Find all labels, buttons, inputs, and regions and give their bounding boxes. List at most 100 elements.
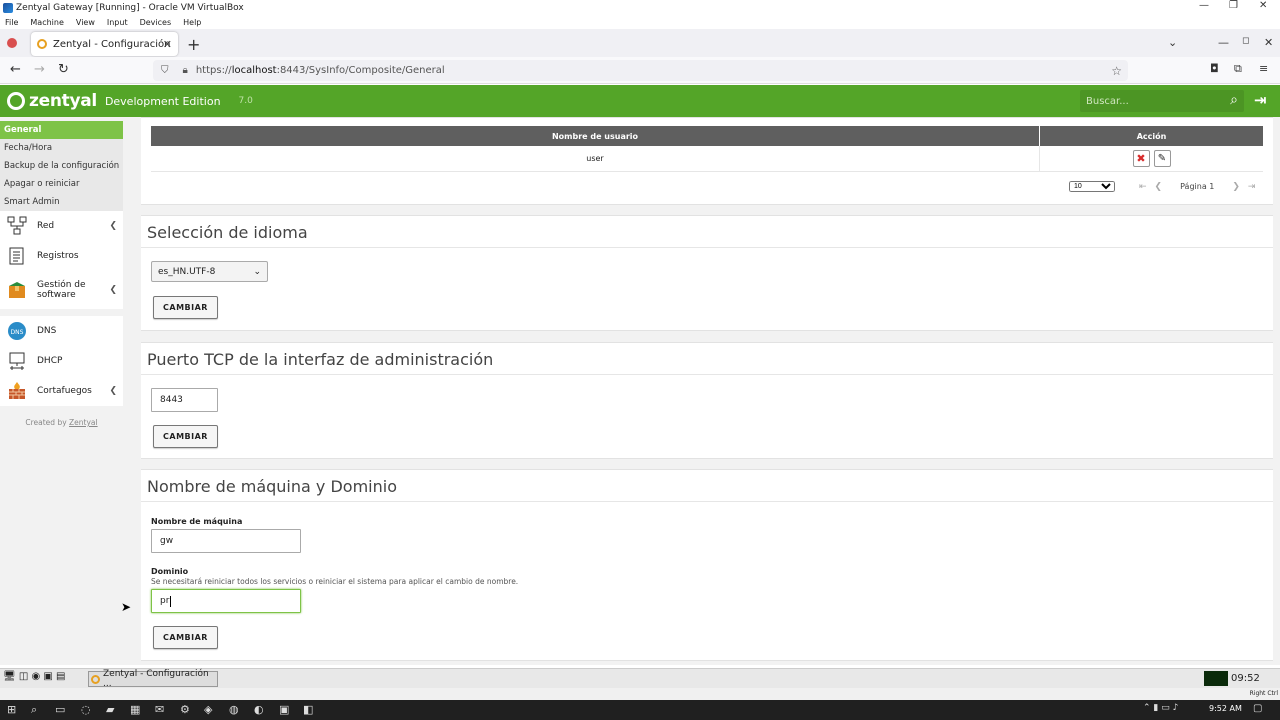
browser-minimize-icon[interactable]: — (1218, 36, 1229, 49)
minimize-icon[interactable]: — (1199, 0, 1209, 11)
cpu-graph-icon (1204, 671, 1228, 686)
sidebar-subitem-backup[interactable]: Backup de la configuración (0, 157, 123, 175)
zentyal-header: zentyal Development Edition 7.0 Buscar..… (0, 85, 1280, 117)
store-icon[interactable]: ▦ (130, 703, 140, 716)
app-icon-2[interactable]: ◐ (254, 703, 264, 716)
sidebar-item-cortafuegos[interactable]: Cortafuegos ❮ (0, 376, 123, 406)
reload-icon[interactable]: ↻ (58, 62, 69, 77)
pocket-icon[interactable]: ◘ (1210, 62, 1219, 75)
menu-view[interactable]: View (76, 18, 95, 27)
bookmark-star-icon[interactable]: ☆ (1111, 64, 1122, 78)
tray-icons[interactable]: ⌃ ▮ ▭ ♪ (1143, 703, 1178, 713)
guest-app-icons[interactable]: 🖥︎ ◫ ◉ ▣ ▤ (3, 671, 65, 682)
vbox-window-title: Zentyal Gateway [Running] - Oracle VM Vi… (16, 2, 244, 13)
close-icon[interactable]: ✕ (1259, 0, 1267, 11)
next-page-icon[interactable]: ❯ (1232, 182, 1240, 192)
domain-input[interactable]: pr (151, 589, 301, 613)
windows-clock: 9:52 AM (1209, 704, 1242, 713)
chrome-icon[interactable]: ◍ (229, 703, 239, 716)
sidebar-item-red[interactable]: Red ❮ (0, 211, 123, 241)
tracking-shield-icon[interactable]: ⛉ (161, 65, 169, 76)
language-select[interactable]: es_HN.UTF-8 ⌄ (151, 261, 268, 282)
sidebar-item-dns[interactable]: DNS DNS (0, 316, 123, 346)
language-card: Selección de idioma es_HN.UTF-8 ⌄ CAMBIA… (141, 215, 1273, 331)
hostname-title: Nombre de máquina y Dominio (141, 470, 1273, 502)
svg-text:DNS: DNS (11, 329, 24, 336)
menu-file[interactable]: File (5, 18, 18, 27)
windows-start-icon[interactable]: ⊞ (7, 703, 16, 716)
menu-help[interactable]: Help (183, 18, 201, 27)
browser-close-icon[interactable]: ✕ (1264, 36, 1273, 49)
port-input[interactable]: 8443 (151, 388, 218, 412)
sidebar-subitem-date-time[interactable]: Fecha/Hora (0, 139, 123, 157)
sidebar-subitem-shutdown[interactable]: Apagar o reiniciar (0, 175, 123, 193)
hostname-change-button[interactable]: CAMBIAR (153, 626, 218, 649)
browser-tab-strip: Zentyal - Configuración ✕ + ⌄ — ◻ ✕ (0, 29, 1280, 57)
firefox-view-icon[interactable] (7, 38, 17, 48)
table-header: Nombre de usuario Acción (151, 126, 1263, 146)
settings-icon[interactable]: ⚙ (180, 703, 190, 716)
mail-icon[interactable]: ✉ (155, 703, 164, 716)
task-view-icon[interactable]: ▭ (55, 703, 65, 716)
search-input[interactable]: Buscar... ⌕ (1080, 90, 1244, 112)
zentyal-logo-text[interactable]: zentyal (29, 91, 97, 111)
first-page-icon[interactable]: ⇤ (1139, 182, 1147, 192)
extensions-icon[interactable]: ⧉ (1234, 62, 1242, 76)
app-icon[interactable]: ◈ (204, 703, 212, 716)
browser-tab[interactable]: Zentyal - Configuración ✕ (31, 32, 178, 56)
search-icon[interactable]: ⌕ (31, 703, 37, 717)
sidebar-item-dhcp[interactable]: DHCP (0, 346, 123, 376)
app-icon-3[interactable]: ▣ (279, 703, 289, 716)
app-menu-icon[interactable]: ≡ (1259, 62, 1268, 75)
sidebar-item-registros[interactable]: Registros (0, 241, 123, 271)
new-tab-icon[interactable]: + (187, 35, 200, 54)
lock-icon[interactable]: 🔒︎ (183, 65, 188, 76)
edge-icon[interactable]: ◌ (81, 703, 91, 716)
search-icon[interactable]: ⌕ (1230, 92, 1238, 108)
browser-nav-bar: ← → ↻ ⛉ 🔒︎ https://localhost:8443/SysInf… (0, 57, 1280, 84)
port-title: Puerto TCP de la interfaz de administrac… (141, 343, 1273, 375)
restore-icon[interactable]: ❐ (1229, 0, 1238, 11)
version-label: 7.0 (238, 96, 253, 106)
sidebar-subitem-smart-admin[interactable]: Smart Admin (0, 193, 123, 211)
forward-icon[interactable]: → (34, 62, 45, 77)
sidebar-item-label: Registros (37, 251, 79, 261)
port-change-button[interactable]: CAMBIAR (153, 425, 218, 448)
menu-machine[interactable]: Machine (30, 18, 64, 27)
language-selected: es_HN.UTF-8 (158, 266, 216, 277)
notifications-icon[interactable]: ▢ (1253, 703, 1262, 714)
firewall-icon (6, 380, 28, 402)
last-page-icon[interactable]: ⇥ (1248, 182, 1256, 192)
chevron-down-icon: ⌄ (253, 266, 261, 277)
url-host: localhost (231, 65, 277, 76)
sidebar-item-software[interactable]: Gestión de software ❮ (0, 271, 123, 309)
edit-button[interactable]: ✎ (1153, 150, 1171, 167)
vbox-status-bar: Right Ctrl (0, 688, 1280, 700)
menu-devices[interactable]: Devices (140, 18, 172, 27)
browser-restore-icon[interactable]: ◻ (1242, 36, 1249, 46)
menu-input[interactable]: Input (107, 18, 128, 27)
sidebar-item-label: Red (37, 221, 55, 231)
url-prefix: https:// (195, 65, 232, 76)
vbox-menu-bar: File Machine View Input Devices Help (0, 15, 1280, 29)
created-by-link[interactable]: Zentyal (69, 418, 98, 427)
zentyal-favicon-icon (91, 674, 100, 684)
guest-task-button[interactable]: Zentyal - Configuración ... (88, 669, 218, 689)
sidebar-subitem-general[interactable]: General (0, 121, 123, 139)
logout-icon[interactable]: ⇥ (1254, 91, 1267, 109)
page-size-select[interactable]: 10 (1069, 181, 1115, 192)
column-header-action: Acción (1136, 131, 1167, 141)
hostname-input[interactable]: gw (151, 529, 301, 553)
file-explorer-icon[interactable]: ▰ (106, 703, 114, 716)
tab-title: Zentyal - Configuración (53, 38, 171, 50)
prev-page-icon[interactable]: ❮ (1155, 182, 1163, 192)
back-icon[interactable]: ← (10, 62, 21, 77)
virtualbox-logo-icon (3, 2, 13, 13)
url-bar[interactable]: ⛉ 🔒︎ https://localhost:8443/SysInfo/Comp… (153, 60, 1128, 81)
domain-input-value: pr (160, 596, 170, 606)
delete-button[interactable]: ✖ (1132, 150, 1150, 167)
close-tab-icon[interactable]: ✕ (163, 38, 172, 51)
list-tabs-icon[interactable]: ⌄ (1168, 36, 1177, 49)
virtualbox-icon[interactable]: ◧ (303, 703, 313, 716)
language-change-button[interactable]: CAMBIAR (153, 296, 218, 319)
